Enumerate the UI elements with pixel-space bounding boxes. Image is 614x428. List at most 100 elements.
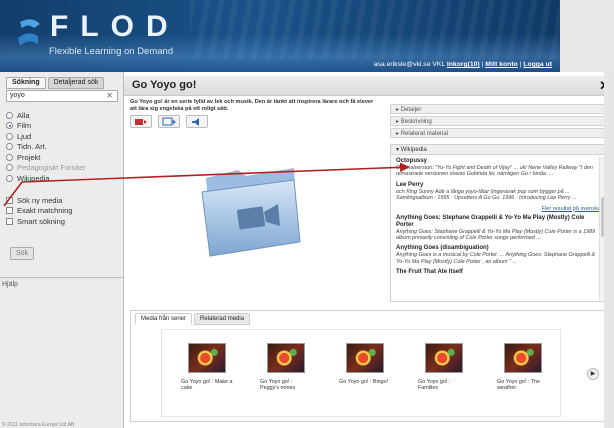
title-bar: Go Yoyo go! ✕ [124,76,614,96]
radio-option[interactable]: Tidn. Art. [6,142,122,153]
wiki-result[interactable]: Anything Goes (disambiguation) Anything … [396,245,601,265]
radio-option[interactable]: Alla [6,110,122,121]
radio-icon [6,174,13,182]
radio-label: Alla [17,110,30,120]
wikipedia-heading[interactable]: ▾ Wikipedia [391,145,606,155]
media-type-radios: Alla Film Ljud Tidn. Art. Projekt Pedago… [6,110,122,184]
wiki-result-title: Lee Perry [396,181,424,188]
media-thumbnail[interactable] [188,343,226,373]
wikipedia-results: Octopussy Originalversion: "Yo-Yo Fight … [391,155,606,301]
info-accordion: ▸ Detaljer ▸ Beskrivning ▸ Relaterat mat… [390,104,605,140]
more-results-link[interactable]: Fler resultat på svenska [396,206,601,212]
wikipedia-panel: ▾ Wikipedia Octopussy Originalversion: "… [390,144,607,302]
media-caption[interactable]: Go Yoyo go! : Make a cake [181,379,233,392]
accordion-label: Relaterat material [400,131,449,137]
wiki-result[interactable]: Anything Goes: Stephane Grappelli & Yo-Y… [396,215,601,242]
footer-copyright: © 2011 Informera Europe Ltd AB [2,422,75,428]
series-description: Go Yoyo go! är en serie fylld av lek och… [130,99,374,112]
radio-label: Film [17,121,32,131]
radio-option[interactable]: Ljud [6,131,122,142]
radio-label: Pedagogiskt Forsiter [17,163,86,173]
checkbox-option[interactable]: Exakt matchning [6,206,72,217]
media-card[interactable]: Go Yoyo go! : Make a cake [181,343,233,392]
tab-related-media[interactable]: Relaterad media [194,313,251,325]
accordion-label: Beskrivning [400,119,432,125]
radio-icon [6,132,13,140]
playlist-icon [135,118,147,125]
tab-series-media[interactable]: Media från serier [135,313,193,325]
media-cards: Go Yoyo go! : Make a cake Go Yoyo go! : … [181,343,549,392]
accordion-label: Detaljer [400,107,422,113]
media-card[interactable]: Go Yoyo go! : Bingo! [339,343,391,392]
search-tabs: Sökning Detaljerad sök [6,77,105,89]
carousel-next-icon[interactable]: ▶ [587,368,599,380]
radio-option[interactable]: Projekt [6,152,122,163]
checkbox-icon [6,196,13,204]
media-caption[interactable]: Go Yoyo go! : Families [418,379,470,392]
radio-option[interactable]: Wikipedia [6,173,122,184]
logo-subtitle: Flexible Learning on Demand [49,46,174,57]
media-thumbnail[interactable] [504,343,542,373]
media-card[interactable]: Go Yoyo go! : The weather [497,343,549,392]
media-thumbnail[interactable] [346,343,384,373]
accordion-related[interactable]: ▸ Relaterat material [390,128,605,138]
action-buttons [130,115,208,128]
media-card[interactable]: Go Yoyo go! : Peggy's nones [260,343,312,392]
wiki-result-text: och King Sunny Adé a långa yoyo-låtar (i… [396,188,577,202]
media-card[interactable]: Go Yoyo go! : Families [418,343,470,392]
inbox-link[interactable]: Inkorg(10) [447,61,480,68]
radio-icon [6,153,13,161]
speaker-icon [192,117,199,126]
media-caption[interactable]: Go Yoyo go! : The weather [497,379,549,392]
radio-option[interactable]: Film [6,121,122,132]
my-account-link[interactable]: Mitt konto [485,61,517,68]
accordion-description[interactable]: ▸ Beskrivning [390,116,605,126]
checkbox-option[interactable]: Smart sökning [6,216,72,227]
logout-link[interactable]: Logga ut [523,61,552,68]
radio-label: Tidn. Art. [17,142,47,152]
radio-label: Wikipedia [17,173,50,183]
share-button[interactable] [158,115,180,128]
add-to-playlist-button[interactable] [130,115,152,128]
help-link[interactable]: Hjälp [0,277,124,291]
wiki-result-text: Anything Goes: Stephane Grappelli & Yo-Y… [396,228,596,242]
media-tabs: Media från serier Relaterad media [135,313,251,325]
search-options-checkboxes: Sök ny media Exakt matchning Smart sökni… [6,195,72,227]
flod-logo-icon [18,19,40,46]
accordion-details[interactable]: ▸ Detaljer [390,104,605,114]
user-org: VKL [432,61,445,68]
wiki-result[interactable]: The Fruit That Ate Itself [396,269,601,276]
wiki-result[interactable]: Octopussy Originalversion: "Yo-Yo Fight … [396,158,601,178]
search-input-value: yoyo [10,92,25,99]
app-header: FLOD Flexible Learning on Demand asa.eri… [0,0,560,72]
header-right-blank [560,0,614,72]
search-input[interactable]: yoyo ✕ [6,90,118,102]
media-thumbnail[interactable] [425,343,463,373]
wiki-result[interactable]: Lee Perry och King Sunny Adé a långa yoy… [396,182,601,202]
radio-option[interactable]: Pedagogiskt Forsiter [6,163,122,174]
radio-icon [6,111,13,119]
media-caption[interactable]: Go Yoyo go! : Peggy's nones [260,379,312,392]
radio-icon [6,164,13,172]
logo-text: FLOD [50,10,180,43]
wiki-result-text: Anything Goes is a musical by Cole Porte… [396,252,596,265]
share-icon [162,117,176,125]
close-icon[interactable]: ✕ [106,91,113,100]
media-caption[interactable]: Go Yoyo go! : Bingo! [339,379,391,385]
wikipedia-heading-label: Wikipedia [400,147,427,153]
wiki-result-title: The Fruit That Ate Itself [396,269,463,276]
search-button[interactable]: Sök [10,247,34,260]
tab-search[interactable]: Sökning [6,77,46,89]
radio-selected-icon [6,122,13,130]
wiki-result-title: Anything Goes: Stephane Grappelli & Yo-Y… [396,214,585,228]
audio-button[interactable] [186,115,208,128]
media-thumbnail[interactable] [267,343,305,373]
wiki-result-text: Originalversion: "Yo-Yo Fight and Death … [396,165,593,178]
radio-icon [6,143,13,151]
page-title: Go Yoyo go! [132,79,197,91]
checkbox-option[interactable]: Sök ny media [6,195,72,206]
tab-detailed-search[interactable]: Detaljerad sök [47,77,105,89]
checkbox-label: Exakt matchning [17,206,73,216]
detail-panel: Go Yoyo go! ✕ Go Yoyo go! är en serie fy… [124,72,614,428]
radio-label: Ljud [17,131,32,141]
